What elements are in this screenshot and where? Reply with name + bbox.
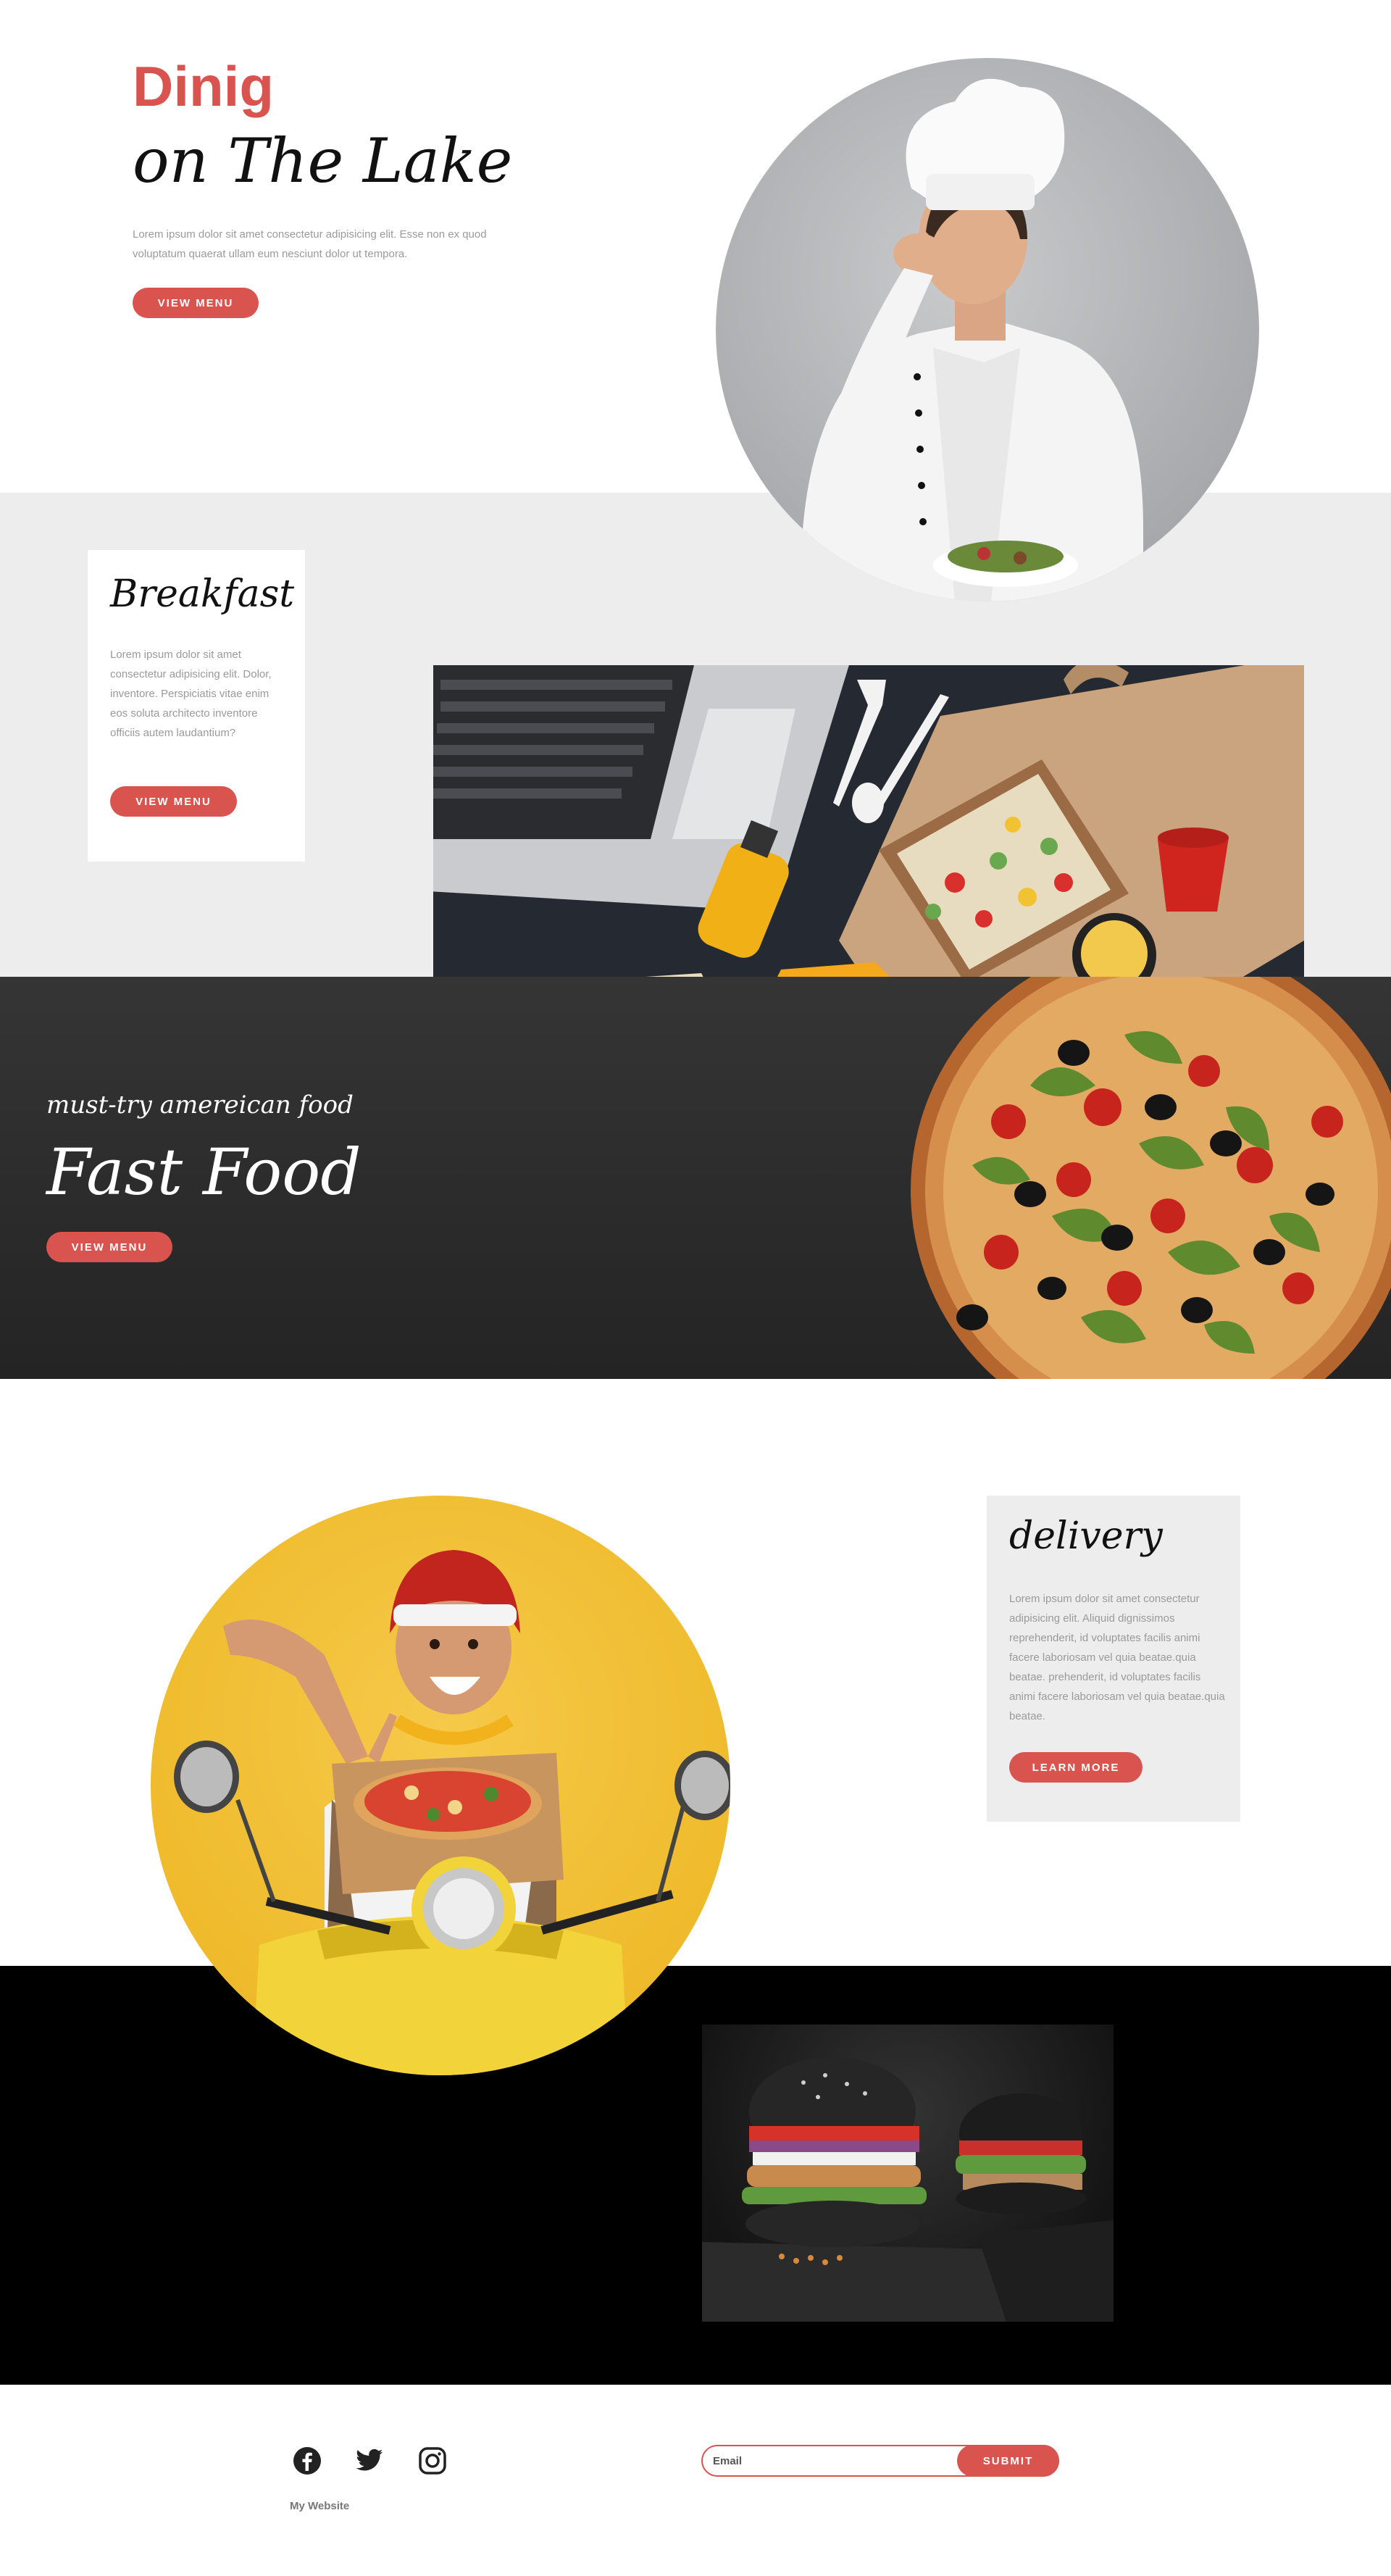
delivery-man-image: [151, 1496, 730, 2075]
hero-title-accent: Dinig: [133, 54, 274, 118]
hero-description: Lorem ipsum dolor sit amet consectetur a…: [133, 228, 487, 260]
submit-button[interactable]: SUBMIT: [957, 2445, 1059, 2477]
email-input[interactable]: [713, 2449, 952, 2472]
footer: [0, 2385, 1391, 2576]
delivery-description: Lorem ipsum dolor sit amet consectetur a…: [1009, 1593, 1225, 1722]
hero-view-menu-button[interactable]: VIEW MENU: [133, 288, 259, 318]
instagram-icon[interactable]: [418, 2446, 447, 2475]
burger-band: [0, 1966, 1391, 2385]
twitter-icon[interactable]: [355, 2446, 384, 2475]
fast-food-subtitle: must-try amereican food: [46, 1091, 354, 1120]
pizza-image: [864, 977, 1391, 1379]
breakfast-view-menu-button[interactable]: VIEW MENU: [110, 786, 237, 817]
delivery-learn-more-button[interactable]: LEARN MORE: [1009, 1752, 1143, 1783]
facebook-icon[interactable]: [293, 2446, 322, 2475]
burger-image: [702, 2025, 1114, 2322]
footer-brand: My Website: [290, 2500, 350, 2512]
takeaway-flatlay-image: [433, 665, 1304, 1028]
hero-title-main: on The Lake: [133, 125, 513, 196]
chef-image: [716, 58, 1259, 601]
fast-food-view-menu-button[interactable]: VIEW MENU: [46, 1232, 172, 1262]
fast-food-title: Fast Food: [46, 1135, 362, 1209]
breakfast-description: Lorem ipsum dolor sit amet consectetur a…: [110, 649, 272, 739]
delivery-title: delivery: [1009, 1514, 1163, 1558]
breakfast-title: Breakfast: [110, 572, 295, 616]
